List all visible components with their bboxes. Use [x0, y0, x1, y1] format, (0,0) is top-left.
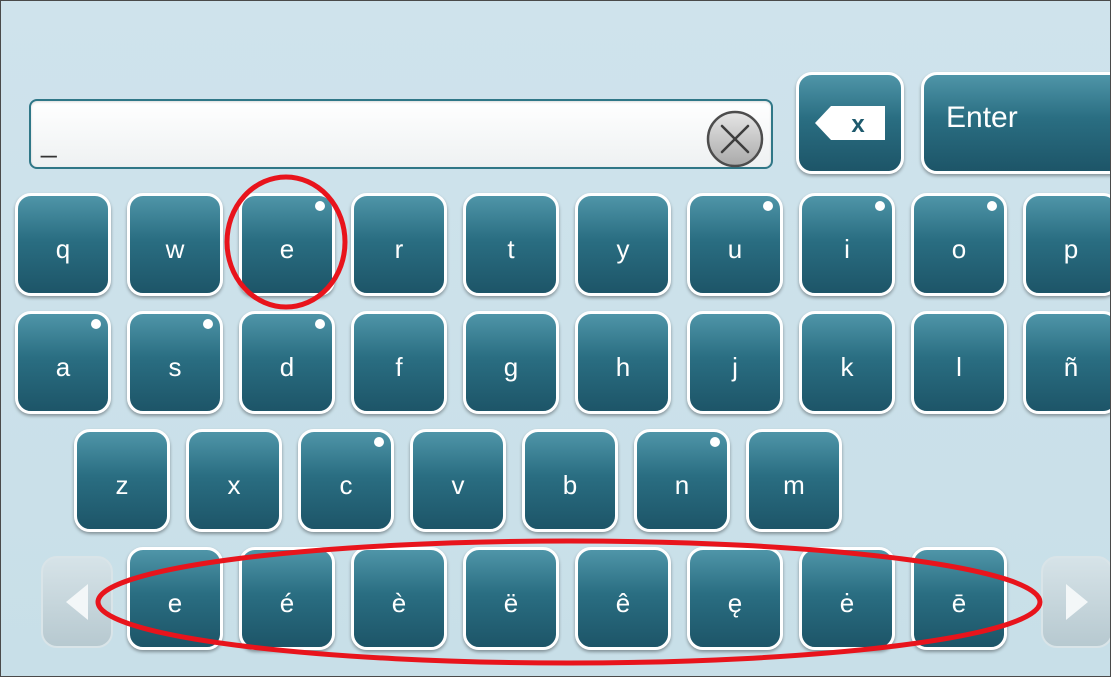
key-e[interactable]: e: [239, 193, 335, 296]
enter-key-label: Enter: [946, 101, 1018, 134]
circle-x-icon: [706, 110, 764, 168]
accent-scroll-left-button[interactable]: [41, 556, 113, 648]
alternate-characters-indicator: [315, 201, 325, 211]
key-u[interactable]: u: [687, 193, 783, 296]
key-f[interactable]: f: [351, 311, 447, 414]
key-label: y: [616, 234, 630, 264]
key-label: x: [227, 470, 241, 500]
backspace-key-label: x: [851, 111, 865, 138]
key-i[interactable]: i: [799, 193, 895, 296]
text-input-field[interactable]: _: [29, 99, 773, 169]
accent-scroll-right-button[interactable]: [1041, 556, 1110, 648]
accent-key-6[interactable]: ę: [687, 547, 783, 650]
key-v[interactable]: v: [410, 429, 506, 532]
key-label: r: [394, 234, 404, 264]
accent-key-label: ë: [503, 588, 519, 618]
alternate-characters-indicator: [710, 437, 720, 447]
key-k[interactable]: k: [799, 311, 895, 414]
alternate-characters-indicator: [203, 319, 213, 329]
text-input-value: _: [41, 127, 57, 158]
accent-key-7[interactable]: ė: [799, 547, 895, 650]
key-a[interactable]: a: [15, 311, 111, 414]
key-label: g: [503, 352, 519, 382]
key-label: d: [279, 352, 295, 382]
key-w[interactable]: w: [127, 193, 223, 296]
alternate-characters-indicator: [91, 319, 101, 329]
alternate-characters-indicator: [374, 437, 384, 447]
key-label: t: [507, 234, 515, 264]
alternate-characters-indicator: [987, 201, 997, 211]
enter-key[interactable]: Enter: [921, 72, 1110, 174]
key-label: e: [279, 234, 295, 264]
key-z[interactable]: z: [74, 429, 170, 532]
key-j[interactable]: j: [687, 311, 783, 414]
key-label: m: [783, 470, 805, 500]
key-r[interactable]: r: [351, 193, 447, 296]
key-n[interactable]: n: [634, 429, 730, 532]
key-l[interactable]: l: [911, 311, 1007, 414]
key-label: h: [615, 352, 631, 382]
key-h[interactable]: h: [575, 311, 671, 414]
accent-key-3[interactable]: è: [351, 547, 447, 650]
key-label: v: [451, 470, 465, 500]
key-label: ñ: [1063, 352, 1079, 382]
right-arrow-icon: [1066, 584, 1088, 620]
clear-input-button[interactable]: [705, 109, 765, 169]
key-label: q: [55, 234, 71, 264]
key-label: s: [168, 352, 182, 382]
accent-key-label: é: [279, 588, 295, 618]
left-arrow-icon: [66, 584, 88, 620]
accent-key-label: ę: [727, 588, 743, 618]
accent-key-label: ē: [951, 588, 967, 618]
key-y[interactable]: y: [575, 193, 671, 296]
accent-key-4[interactable]: ë: [463, 547, 559, 650]
key-label: f: [395, 352, 403, 382]
key-label: n: [674, 470, 690, 500]
accent-key-label: ê: [615, 588, 631, 618]
key-d[interactable]: d: [239, 311, 335, 414]
alternate-characters-indicator: [315, 319, 325, 329]
key-label: c: [339, 470, 353, 500]
accent-key-2[interactable]: é: [239, 547, 335, 650]
key-label: u: [727, 234, 743, 264]
alternate-characters-indicator: [763, 201, 773, 211]
key-g[interactable]: g: [463, 311, 559, 414]
key-label: o: [951, 234, 967, 264]
key-s[interactable]: s: [127, 311, 223, 414]
key-label: l: [956, 352, 962, 382]
key-label: w: [165, 234, 185, 264]
key-label: z: [115, 470, 129, 500]
key-x[interactable]: x: [186, 429, 282, 532]
accent-key-label: e: [167, 588, 183, 618]
key-c[interactable]: c: [298, 429, 394, 532]
key-label: b: [562, 470, 578, 500]
accent-key-label: ė: [839, 588, 855, 618]
key-label: j: [732, 352, 738, 382]
key-label: a: [55, 352, 71, 382]
keyboard-screen: _ x Enter q w e r t y u i o p a s d f g h j k l ñ z x c v b n m e é è…: [0, 0, 1111, 677]
key-p[interactable]: p: [1023, 193, 1110, 296]
key-o[interactable]: o: [911, 193, 1007, 296]
backspace-key[interactable]: x: [796, 72, 904, 174]
key-q[interactable]: q: [15, 193, 111, 296]
key-label: i: [844, 234, 850, 264]
key-label: p: [1063, 234, 1079, 264]
key-label: k: [840, 352, 854, 382]
key-m[interactable]: m: [746, 429, 842, 532]
accent-key-1[interactable]: e: [127, 547, 223, 650]
key-n-tilde[interactable]: ñ: [1023, 311, 1110, 414]
accent-key-label: è: [391, 588, 407, 618]
accent-key-8[interactable]: ē: [911, 547, 1007, 650]
alternate-characters-indicator: [875, 201, 885, 211]
key-t[interactable]: t: [463, 193, 559, 296]
accent-key-5[interactable]: ê: [575, 547, 671, 650]
backspace-icon: x: [815, 106, 885, 140]
key-b[interactable]: b: [522, 429, 618, 532]
